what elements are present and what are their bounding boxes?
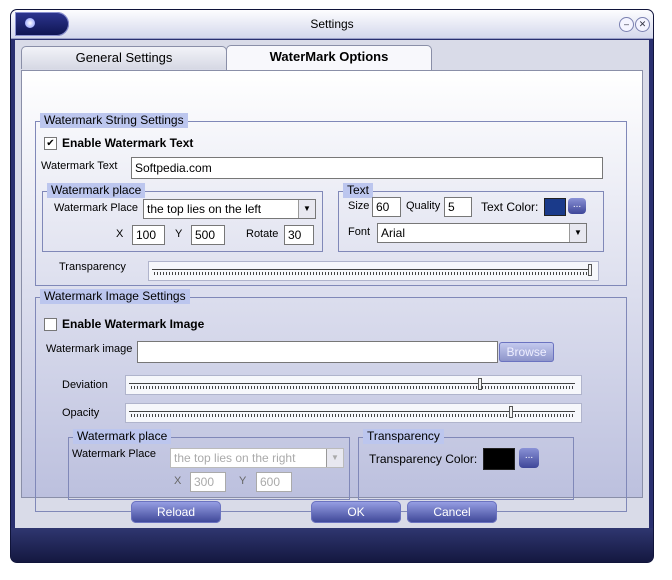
string-settings-title: Watermark String Settings [40, 113, 188, 128]
watermark-options-panel: Watermark String Settings ✔ Enable Water… [21, 70, 643, 512]
image-transparency-title: Transparency [363, 429, 444, 444]
reload-button[interactable]: Reload [131, 501, 221, 523]
quality-input[interactable]: 5 [444, 197, 472, 217]
enable-text-checkbox[interactable]: ✔ [44, 137, 57, 150]
image-place-label: Watermark Place [72, 448, 156, 460]
string-y-label: Y [175, 228, 183, 240]
slider-thumb[interactable] [478, 378, 482, 390]
deviation-label: Deviation [62, 379, 108, 391]
text-color-more-button[interactable]: ... [568, 198, 586, 214]
slider-ticks [131, 386, 573, 389]
watermark-text-label: Watermark Text [41, 160, 118, 172]
slider-track [129, 383, 575, 384]
chevron-down-icon[interactable]: ▼ [326, 449, 343, 467]
slider-thumb[interactable] [588, 264, 592, 276]
window-title: Settings [310, 17, 354, 31]
size-label: Size [348, 200, 370, 212]
browse-button[interactable]: Browse [499, 342, 554, 362]
transparency-label: Transparency [59, 261, 126, 273]
string-place-select[interactable]: the top lies on the left ▼ [143, 199, 316, 219]
text-color-label: Text Color: [481, 200, 539, 214]
quality-label: Quality [406, 200, 441, 212]
settings-window: Settings – ✕ General Settings WaterMark … [11, 10, 653, 562]
dialog-body: General Settings WaterMark Options Water… [15, 40, 649, 546]
tab-general-settings[interactable]: General Settings [21, 46, 227, 69]
transparency-slider[interactable] [152, 263, 592, 277]
enable-image-label: Enable Watermark Image [62, 317, 205, 331]
tab-watermark-options[interactable]: WaterMark Options [226, 45, 432, 71]
enable-text-label: Enable Watermark Text [62, 136, 194, 150]
image-transparency-group: Transparency [358, 429, 574, 500]
transparency-color-label: Transparency Color: [369, 452, 478, 466]
text-group-title: Text [343, 183, 374, 198]
close-icon[interactable]: ✕ [635, 17, 650, 32]
image-x-input[interactable]: 300 [190, 472, 226, 492]
image-y-input[interactable]: 600 [256, 472, 292, 492]
cancel-button[interactable]: Cancel [407, 501, 497, 523]
text-color-swatch[interactable] [544, 198, 566, 216]
slider-ticks [154, 272, 590, 275]
string-x-input[interactable]: 100 [132, 225, 165, 245]
image-x-label: X [174, 475, 182, 487]
watermark-text-input[interactable]: Softpedia.com [131, 157, 603, 179]
watermark-image-label: Watermark image [46, 343, 133, 355]
image-settings-title: Watermark Image Settings [40, 289, 190, 304]
opacity-slider[interactable] [129, 405, 575, 419]
string-y-input[interactable]: 500 [191, 225, 225, 245]
rotate-label: Rotate [246, 228, 279, 240]
enable-image-checkbox[interactable] [44, 318, 57, 331]
rotate-input[interactable]: 30 [284, 225, 314, 245]
image-place-title: Watermark place [73, 429, 172, 444]
string-place-value: the top lies on the left [147, 202, 262, 216]
string-place-title: Watermark place [47, 183, 146, 198]
watermark-image-input[interactable] [137, 341, 498, 363]
slider-track [152, 269, 592, 270]
image-place-value: the top lies on the right [174, 451, 296, 465]
string-place-label: Watermark Place [54, 202, 138, 214]
opacity-label: Opacity [62, 407, 100, 419]
transparency-color-more-button[interactable]: ... [519, 448, 539, 468]
minimize-icon[interactable]: – [619, 17, 634, 32]
image-place-select[interactable]: the top lies on the right ▼ [170, 448, 344, 468]
title-bar[interactable]: Settings – ✕ [11, 10, 653, 39]
chevron-down-icon[interactable]: ▼ [569, 224, 586, 242]
chevron-down-icon[interactable]: ▼ [298, 200, 315, 218]
size-input[interactable]: 60 [372, 197, 401, 217]
ok-button[interactable]: OK [311, 501, 401, 523]
transparency-color-swatch[interactable] [483, 448, 515, 470]
font-value: Arial [381, 226, 406, 240]
slider-thumb[interactable] [509, 406, 513, 418]
slider-ticks [131, 414, 573, 417]
image-y-label: Y [239, 475, 247, 487]
deviation-slider[interactable] [129, 377, 575, 391]
font-label: Font [348, 226, 371, 238]
window-bottom-bar [11, 528, 653, 562]
string-x-label: X [116, 228, 124, 240]
font-select[interactable]: Arial ▼ [377, 223, 587, 243]
